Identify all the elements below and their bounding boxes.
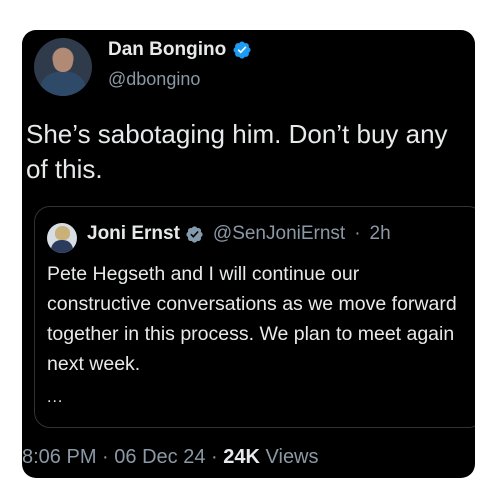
views-label: Views — [265, 446, 319, 468]
tweet-text: She’s sabotaging him. Don’t buy any of t… — [26, 119, 448, 184]
quoted-header: Joni Ernst @SenJoniErnst · 2h — [87, 223, 391, 245]
views-count[interactable]: 24K — [223, 446, 260, 468]
author-handle[interactable]: @dbongino — [108, 69, 200, 90]
meta-separator: · — [102, 446, 109, 468]
tweet-meta: 8:06 PM · 06 Dec 24 · 24K Views — [22, 446, 319, 469]
tweet-card: Dan Bongino @dbongino She’s sabotaging h… — [22, 30, 475, 478]
avatar-face — [53, 48, 73, 72]
verified-badge-icon — [233, 41, 251, 59]
quoted-avatar-hair — [55, 226, 70, 240]
author-name[interactable]: Dan Bongino — [108, 39, 226, 61]
author-name-row: Dan Bongino — [108, 39, 252, 61]
verified-badge-icon — [186, 225, 203, 243]
tweet-time[interactable]: 8:06 PM — [22, 446, 96, 468]
avatar-shirt — [40, 72, 86, 96]
quoted-tweet[interactable]: Joni Ernst @SenJoniErnst · 2h Pete Hegse… — [34, 206, 475, 428]
quoted-age[interactable]: 2h — [370, 223, 391, 245]
quoted-handle[interactable]: @SenJoniErnst — [213, 223, 345, 245]
quoted-separator: · — [354, 223, 361, 244]
author-avatar[interactable] — [34, 38, 92, 96]
quoted-name[interactable]: Joni Ernst — [87, 223, 180, 245]
quoted-avatar-body — [51, 240, 73, 253]
meta-separator: · — [211, 446, 218, 468]
quoted-avatar[interactable] — [47, 223, 77, 253]
quoted-text: Pete Hegseth and I will continue our con… — [47, 263, 457, 375]
tweet-date[interactable]: 06 Dec 24 — [114, 446, 205, 468]
quoted-ellipsis: ... — [47, 389, 64, 406]
